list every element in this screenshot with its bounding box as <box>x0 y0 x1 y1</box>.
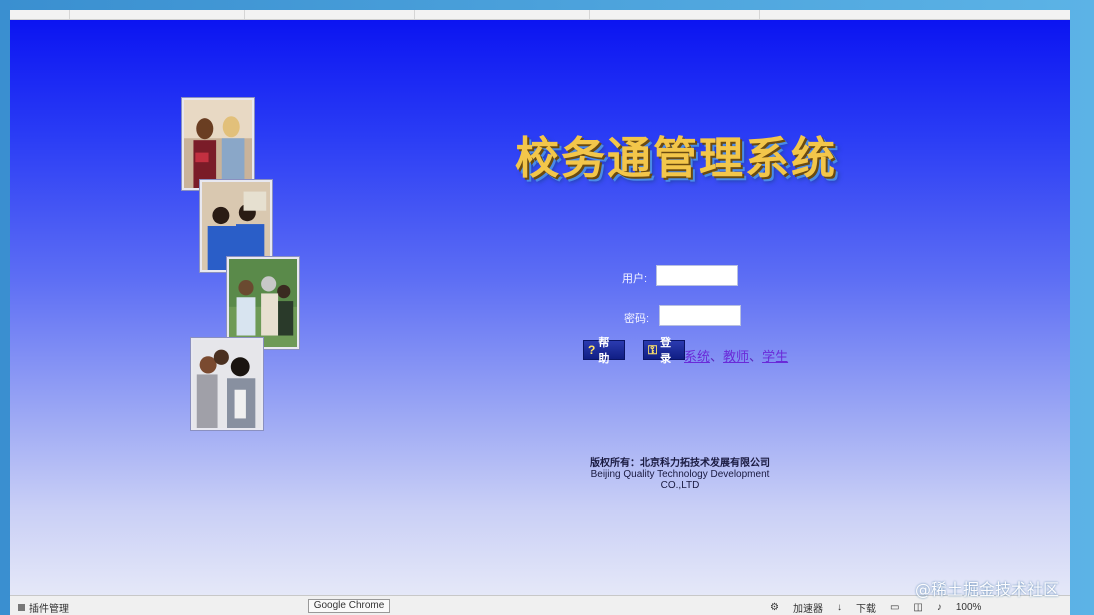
role-selector: 系统、教师、学生 <box>684 346 788 365</box>
status-right: ⚙ 加速器 ↓ 下载 ▭ ◫ ♪ 100% <box>770 600 981 615</box>
role-separator: 、 <box>710 349 724 364</box>
browser-tab[interactable] <box>245 10 415 19</box>
role-separator: 、 <box>749 349 763 364</box>
key-icon: ⚿ <box>648 343 658 357</box>
young-adults-photo <box>191 338 263 430</box>
role-link-system[interactable]: 系统 <box>684 349 710 364</box>
watermark: @稀土掘金技术社区 <box>915 580 1060 599</box>
zoom-level[interactable]: 100% <box>956 602 982 613</box>
screenshot-icon[interactable]: ◫ <box>913 602 922 613</box>
desktop-screen: 校务通管理系统 用户: 密码: ? 帮助 ⚿ 登录 系统、教师、学生 版权所有：… <box>0 0 1094 615</box>
status-left: 插件管理 <box>18 600 69 615</box>
browser-tab-strip <box>10 10 1070 20</box>
window-icon[interactable]: ▭ <box>890 602 899 613</box>
plugin-icon <box>18 604 25 611</box>
speed-icon: ⚙ <box>770 602 779 613</box>
browser-tab[interactable] <box>10 10 70 19</box>
copyright-chinese: 版权所有：北京科力拓技术发展有限公司 <box>590 458 770 469</box>
family-photo <box>227 257 299 349</box>
username-label: 用户: <box>622 273 648 285</box>
browser-status-bar: 插件管理 Google Chrome ⚙ 加速器 ↓ 下载 ▭ ◫ ♪ 100% <box>10 595 1070 615</box>
role-link-student[interactable]: 学生 <box>762 349 788 364</box>
download-icon: ↓ <box>836 602 842 613</box>
help-button[interactable]: ? 帮助 <box>583 337 625 365</box>
help-button-label: 帮助 <box>598 337 610 365</box>
page-title: 校务通管理系统 <box>515 133 837 184</box>
students-photo-1 <box>182 98 254 190</box>
login-button[interactable]: ⚿ 登录 <box>643 337 685 365</box>
role-link-teacher[interactable]: 教师 <box>723 349 749 364</box>
volume-icon[interactable]: ♪ <box>937 602 942 613</box>
login-button-label: 登录 <box>660 337 672 365</box>
speed-label[interactable]: 加速器 <box>793 600 823 615</box>
download-label[interactable]: 下载 <box>856 600 876 615</box>
chrome-button[interactable]: Google Chrome <box>308 599 390 613</box>
password-input[interactable] <box>659 305 741 326</box>
plugin-manage-text[interactable]: 插件管理 <box>29 600 69 615</box>
question-mark-icon: ? <box>588 343 596 357</box>
login-page: 校务通管理系统 用户: 密码: ? 帮助 ⚿ 登录 系统、教师、学生 版权所有：… <box>10 20 1070 595</box>
browser-tab[interactable] <box>590 10 760 19</box>
browser-tab[interactable] <box>415 10 590 19</box>
username-input[interactable] <box>656 265 738 286</box>
copyright-english: Beijing Quality Technology Development C… <box>590 469 770 491</box>
password-label: 密码: <box>624 313 650 325</box>
browser-tab[interactable] <box>70 10 245 19</box>
